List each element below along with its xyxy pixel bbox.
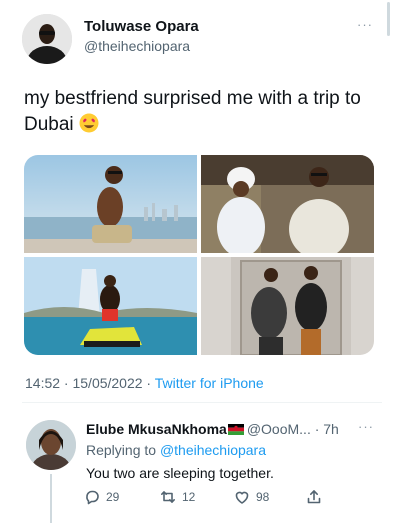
author-name[interactable]: Toluwase Opara <box>84 18 199 36</box>
reply-author-name[interactable]: Elube MkusaNkhoma <box>86 421 227 437</box>
comment-icon <box>86 490 99 505</box>
photo-two-men-white-clothes[interactable] <box>201 155 374 253</box>
photo-mirror-selfie[interactable] <box>201 257 374 355</box>
reply-action-retweet[interactable]: 12 <box>160 489 195 505</box>
reply-count: 29 <box>106 490 120 504</box>
tweet-text: my bestfriend surprised me with a trip t… <box>24 86 364 138</box>
reply-handle-time[interactable]: @OooM... · 7h <box>247 421 339 437</box>
tweet-timestamp[interactable]: 14:52 · 15/05/2022 · <box>25 375 155 391</box>
heart-eyes-emoji-icon <box>79 113 99 133</box>
tweet-meta: 14:52 · 15/05/2022 · Twitter for iPhone <box>25 375 264 391</box>
replying-to: Replying to @theihechiopara <box>86 442 266 458</box>
photo-rooftop[interactable] <box>24 155 197 253</box>
share-icon <box>307 490 321 504</box>
thread-line <box>50 474 52 523</box>
like-count: 98 <box>256 490 270 504</box>
divider <box>22 402 382 403</box>
replying-to-mention[interactable]: @theihechiopara <box>160 442 266 458</box>
reply-more-options-button[interactable]: ··· <box>358 419 374 434</box>
reply-action-reply[interactable]: 29 <box>84 489 119 505</box>
retweet-count: 12 <box>182 490 196 504</box>
author-block: Toluwase Opara @theihechiopara <box>84 18 199 55</box>
reply-actions: 29 12 98 <box>84 489 334 509</box>
more-options-button[interactable]: ··· <box>357 17 373 32</box>
photo-jetski[interactable] <box>24 257 197 355</box>
malawi-flag-icon <box>227 424 244 435</box>
heart-icon <box>235 491 249 504</box>
tweet-source[interactable]: Twitter for iPhone <box>155 375 264 391</box>
replying-to-prefix: Replying to <box>86 442 160 458</box>
media-grid[interactable] <box>24 155 374 355</box>
author-avatar[interactable] <box>22 14 72 64</box>
scrollbar[interactable] <box>387 2 390 36</box>
reply-action-share[interactable] <box>306 489 322 505</box>
reply-header: Elube MkusaNkhoma @OooM... · 7h <box>86 421 339 437</box>
author-handle[interactable]: @theihechiopara <box>84 37 199 55</box>
tweet-text-content: my bestfriend surprised me with a trip t… <box>24 88 361 135</box>
retweet-icon <box>161 491 175 503</box>
reply-author-avatar[interactable] <box>26 420 76 470</box>
reply-text: You two are sleeping together. <box>86 465 274 481</box>
reply-action-like[interactable]: 98 <box>234 489 269 505</box>
